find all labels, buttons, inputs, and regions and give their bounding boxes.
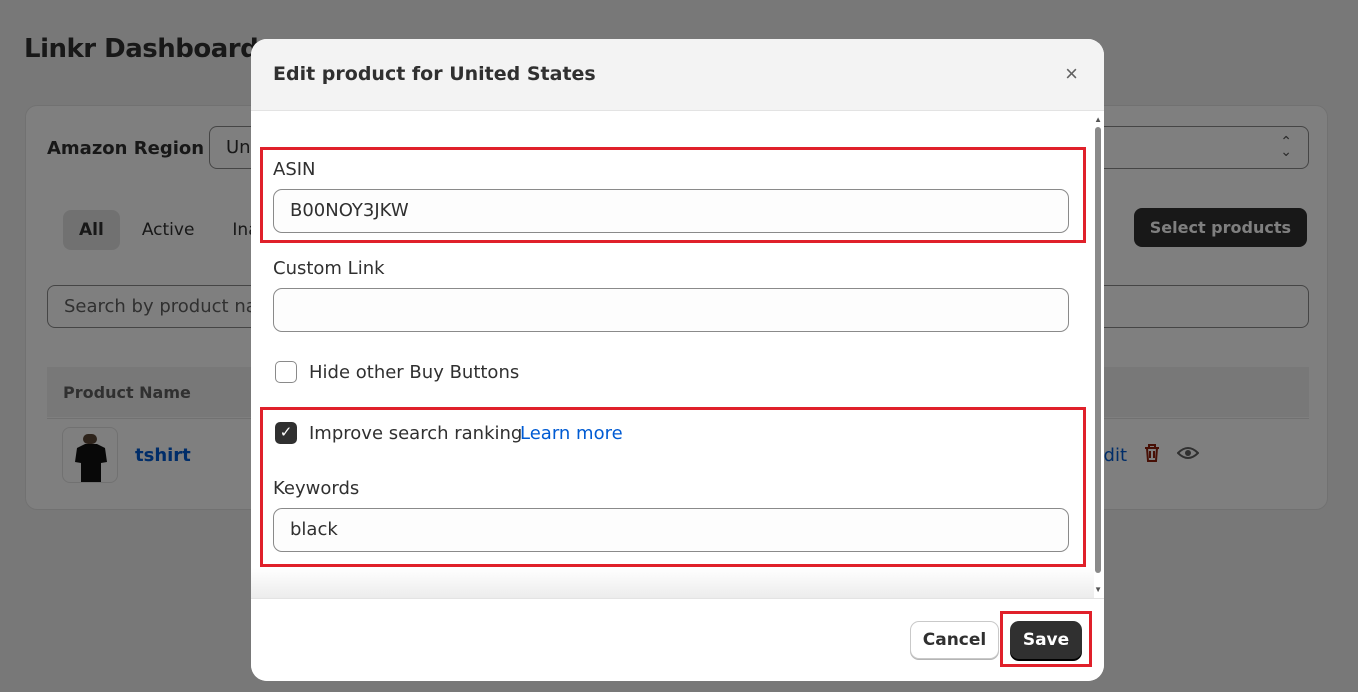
highlight-ranking-keywords	[260, 407, 1086, 567]
cancel-button[interactable]: Cancel	[910, 621, 999, 659]
modal-footer: Cancel Save	[251, 598, 1104, 681]
modal-title: Edit product for United States	[273, 63, 596, 85]
custom-link-label: Custom Link	[273, 258, 385, 279]
highlight-save	[1000, 611, 1092, 667]
edit-product-modal: Edit product for United States × ASIN B0…	[251, 39, 1104, 681]
custom-link-input[interactable]	[273, 288, 1069, 332]
body-bottom-fade	[251, 568, 1094, 598]
scrollbar-down-arrow-icon[interactable]: ▼	[1094, 585, 1102, 594]
highlight-asin	[260, 147, 1086, 243]
hide-buttons-checkbox[interactable]	[275, 361, 297, 383]
modal-header: Edit product for United States ×	[251, 39, 1104, 111]
scrollbar-thumb[interactable]	[1095, 127, 1101, 573]
close-icon[interactable]: ×	[1065, 61, 1078, 87]
hide-buttons-label: Hide other Buy Buttons	[309, 362, 520, 383]
scrollbar-up-arrow-icon[interactable]: ▲	[1094, 115, 1102, 124]
